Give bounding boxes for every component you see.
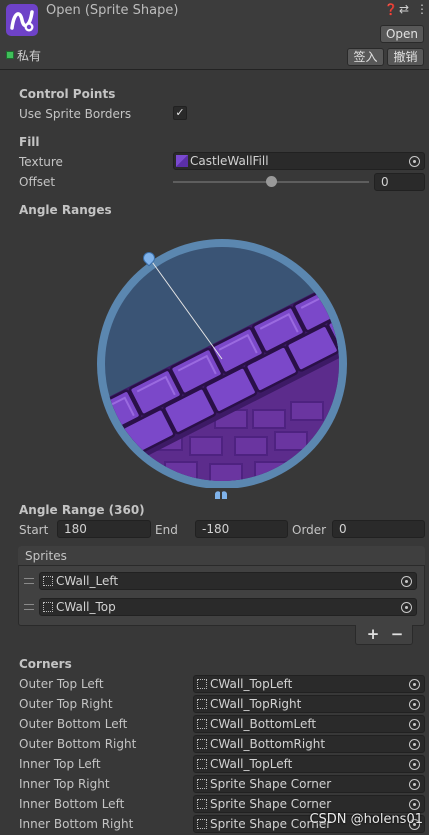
sprite-field-0[interactable]: CWall_Left	[39, 572, 417, 590]
angle-ranges-heading: Angle Ranges	[19, 203, 112, 217]
corner-sprite-value: Sprite Shape Corner	[210, 777, 332, 791]
corners-heading: Corners	[19, 657, 72, 671]
drag-handle-icon[interactable]	[24, 604, 34, 610]
sprite-icon	[197, 679, 207, 689]
corner-sprite-field[interactable]: CWall_TopLeft	[193, 675, 425, 693]
sprite-icon	[43, 602, 53, 612]
offset-input[interactable]: 0	[374, 173, 425, 191]
end-input[interactable]: -180	[195, 520, 288, 538]
object-picker-icon[interactable]	[401, 576, 412, 587]
object-picker-icon[interactable]	[409, 679, 420, 690]
checked-out-status-icon	[6, 51, 14, 59]
corner-sprite-field[interactable]: CWall_BottomRight	[193, 735, 425, 753]
sprite-shape-asset-icon	[6, 4, 38, 36]
object-picker-icon[interactable]	[409, 156, 420, 167]
sprite-icon	[197, 779, 207, 789]
offset-label: Offset	[19, 175, 56, 189]
sprites-list-header	[18, 546, 425, 566]
corner-label: Outer Top Left	[19, 677, 104, 691]
use-sprite-borders-label: Use Sprite Borders	[19, 107, 132, 121]
corner-label: Inner Bottom Right	[19, 817, 134, 831]
use-sprite-borders-checkbox[interactable]: ✓	[173, 106, 187, 120]
order-label: Order	[292, 523, 327, 537]
object-picker-icon[interactable]	[409, 739, 420, 750]
corner-sprite-field[interactable]: Sprite Shape Corner	[193, 795, 425, 813]
texture-label: Texture	[19, 155, 63, 169]
add-sprite-button[interactable]: +	[363, 625, 383, 643]
object-picker-icon[interactable]	[401, 602, 412, 613]
more-options-icon[interactable]: ⋮	[416, 2, 428, 16]
corner-label: Outer Bottom Left	[19, 717, 128, 731]
sprite-icon	[197, 699, 207, 709]
corner-sprite-value: CWall_BottomRight	[210, 737, 326, 751]
corner-label: Inner Top Left	[19, 757, 101, 771]
object-picker-icon[interactable]	[409, 759, 420, 770]
sprites-header-label: Sprites	[25, 549, 67, 563]
sprite-value: CWall_Left	[56, 574, 119, 588]
corner-sprite-field[interactable]: Sprite Shape Corner	[193, 775, 425, 793]
sprite-value: CWall_Top	[56, 600, 116, 614]
end-angle-handle[interactable]	[214, 488, 228, 499]
texture-field[interactable]: CastleWallFill	[173, 152, 425, 170]
preset-sliders-icon[interactable]: ⇄	[399, 2, 409, 16]
corner-sprite-value: Sprite Shape Corner	[210, 797, 332, 811]
checkin-button[interactable]: 签入	[347, 48, 384, 66]
corner-sprite-value: CWall_TopRight	[210, 697, 302, 711]
sprite-icon	[197, 759, 207, 769]
control-points-heading: Control Points	[19, 87, 116, 101]
sprite-icon	[197, 799, 207, 809]
private-label: 私有	[17, 49, 42, 63]
texture-value: CastleWallFill	[190, 154, 269, 168]
object-picker-icon[interactable]	[409, 719, 420, 730]
angle-range-preview[interactable]	[95, 232, 351, 489]
sprite-field-1[interactable]: CWall_Top	[39, 598, 417, 616]
start-label: Start	[19, 523, 49, 537]
sprite-icon	[197, 739, 207, 749]
texture-icon	[176, 155, 188, 167]
object-picker-icon[interactable]	[409, 799, 420, 810]
corner-label: Inner Bottom Left	[19, 797, 125, 811]
offset-slider-thumb[interactable]	[266, 176, 277, 187]
drag-handle-icon[interactable]	[24, 578, 34, 584]
sprite-icon	[197, 819, 207, 829]
open-button[interactable]: Open	[380, 25, 424, 43]
end-label: End	[155, 523, 178, 537]
corner-label: Inner Top Right	[19, 777, 110, 791]
inspector-title: Open (Sprite Shape)	[46, 3, 179, 18]
sprite-icon	[43, 576, 53, 586]
order-input[interactable]: 0	[332, 520, 425, 538]
help-icon[interactable]: ❓	[384, 3, 398, 16]
corner-sprite-value: CWall_TopLeft	[210, 757, 293, 771]
corner-sprite-field[interactable]: CWall_TopLeft	[193, 755, 425, 773]
corner-sprite-field[interactable]: CWall_TopRight	[193, 695, 425, 713]
corner-sprite-field[interactable]: CWall_BottomLeft	[193, 715, 425, 733]
fill-heading: Fill	[19, 135, 40, 149]
corner-sprite-value: CWall_BottomLeft	[210, 717, 317, 731]
angle-range-heading: Angle Range (360)	[19, 503, 145, 517]
sprite-icon	[197, 719, 207, 729]
object-picker-icon[interactable]	[409, 699, 420, 710]
revert-button[interactable]: 撤销	[387, 48, 424, 66]
corner-label: Outer Bottom Right	[19, 737, 137, 751]
start-input[interactable]: 180	[57, 520, 151, 538]
corner-label: Outer Top Right	[19, 697, 113, 711]
remove-sprite-button[interactable]: −	[387, 625, 407, 643]
object-picker-icon[interactable]	[409, 779, 420, 790]
corner-sprite-value: CWall_TopLeft	[210, 677, 293, 691]
watermark-text: CSDN @holens01	[309, 812, 423, 827]
